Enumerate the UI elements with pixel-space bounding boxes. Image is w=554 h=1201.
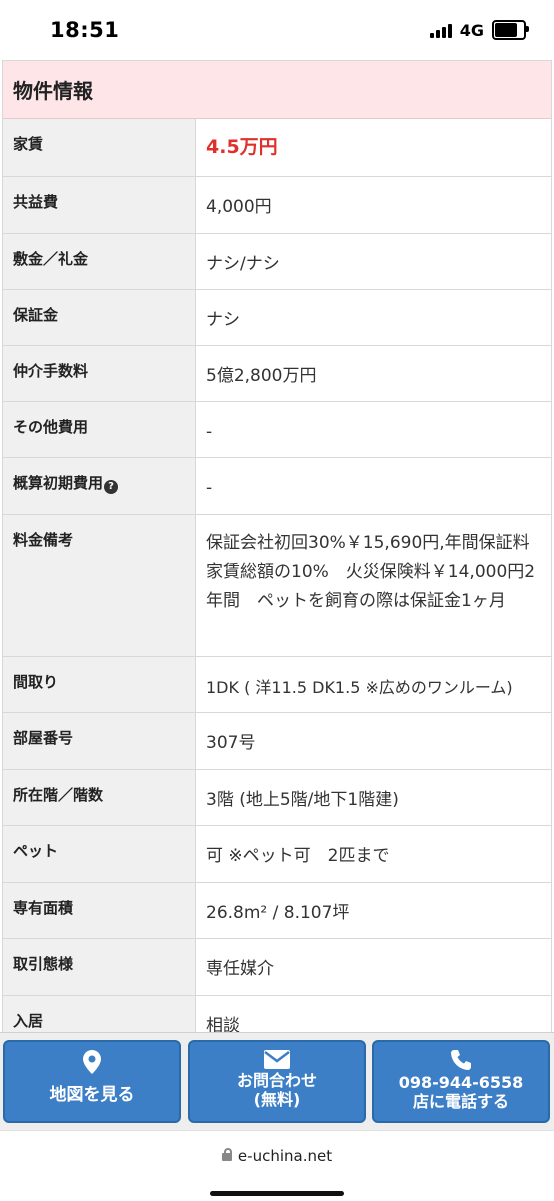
row-rent: 家賃 4.5万円 [3, 119, 551, 177]
phone-number: 098-944-6558 [398, 1073, 524, 1092]
map-pin-icon [83, 1050, 101, 1074]
row-security-deposit: 保証金 ナシ [3, 290, 551, 346]
row-value: 1DK ( 洋11.5 DK1.5 ※広めのワンルーム) [206, 678, 513, 697]
home-indicator [210, 1191, 344, 1196]
row-value: ナシ [206, 310, 240, 330]
row-value: 26.8m² / 8.107坪 [206, 903, 350, 923]
row-value: 3階 (地上5階/地下1階建) [206, 790, 399, 810]
section-title: 物件情報 [3, 61, 551, 119]
signal-icon [429, 22, 452, 38]
row-pets: ペット 可 ※ペット可 2匹まで [3, 826, 551, 883]
property-info-section: 物件情報 家賃 4.5万円 共益費 4,000円 敷金／礼金 ナシ/ナシ 保証金… [2, 60, 552, 1035]
row-label: 家賃 [3, 119, 196, 176]
row-estimated-initial-cost: 概算初期費用? - [3, 458, 551, 515]
row-layout: 間取り 1DK ( 洋11.5 DK1.5 ※広めのワンルーム) [3, 657, 551, 713]
row-value: 専任媒介 [206, 959, 274, 979]
view-map-button[interactable]: 地図を見る [3, 1040, 181, 1123]
row-floor-area: 専有面積 26.8m² / 8.107坪 [3, 883, 551, 939]
inquiry-label: お問合わせ [236, 1071, 317, 1090]
status-time: 18:51 [50, 18, 120, 42]
status-indicators: 4G [429, 20, 529, 40]
status-bar: 18:51 4G [0, 0, 554, 60]
row-value: 4,000円 [206, 197, 272, 217]
row-label: 部屋番号 [3, 713, 196, 769]
row-value: ナシ/ナシ [206, 254, 280, 274]
row-label: 敷金／礼金 [3, 234, 196, 289]
address-display[interactable]: e-uchina.net [0, 1147, 554, 1165]
row-label: 取引態様 [3, 939, 196, 995]
row-other-costs: その他費用 - [3, 402, 551, 458]
browser-url-bar[interactable]: e-uchina.net [0, 1130, 554, 1201]
url-text: e-uchina.net [237, 1147, 333, 1165]
phone-icon [451, 1050, 471, 1070]
row-label: 入居 [3, 996, 196, 1035]
row-label: ペット [3, 826, 196, 882]
inquiry-button[interactable]: お問合わせ (無料) [188, 1040, 366, 1123]
action-bar: 地図を見る お問合わせ (無料) 098-944-6558 店に電話する [0, 1032, 554, 1131]
row-label: 仲介手数料 [3, 346, 196, 401]
rent-value: 4.5万円 [206, 136, 278, 158]
inquiry-sublabel: (無料) [253, 1090, 301, 1109]
row-value: 5億2,800万円 [206, 366, 317, 386]
row-label: 間取り [3, 657, 196, 712]
lock-icon [221, 1148, 232, 1161]
call-store-label: 店に電話する [412, 1092, 509, 1111]
row-value: - [206, 422, 213, 442]
row-move-in: 入居 相談 [3, 996, 551, 1035]
row-brokerage-fee: 仲介手数料 5億2,800万円 [3, 346, 551, 402]
view-map-label: 地図を見る [49, 1085, 135, 1105]
row-value: 307号 [206, 733, 256, 753]
row-transaction-type: 取引態様 専任媒介 [3, 939, 551, 996]
row-label: 共益費 [3, 177, 196, 233]
row-floor: 所在階／階数 3階 (地上5階/地下1階建) [3, 770, 551, 826]
row-label: 料金備考 [3, 515, 196, 656]
row-fee-notes: 料金備考 保証会社初回30%￥15,690円,年間保証料家賃総額の10% 火災保… [3, 515, 551, 657]
row-label: 保証金 [3, 290, 196, 345]
battery-icon [492, 20, 529, 40]
row-value: 保証会社初回30%￥15,690円,年間保証料家賃総額の10% 火災保険料￥14… [206, 533, 536, 611]
row-common-fee: 共益費 4,000円 [3, 177, 551, 234]
row-value: 相談 [206, 1016, 240, 1035]
row-value: - [206, 478, 213, 498]
row-deposit-key-money: 敷金／礼金 ナシ/ナシ [3, 234, 551, 290]
help-icon[interactable]: ? [104, 479, 119, 494]
network-type: 4G [459, 20, 484, 40]
call-store-button[interactable]: 098-944-6558 店に電話する [372, 1040, 550, 1123]
row-label: 概算初期費用? [3, 458, 196, 514]
row-value: 可 ※ペット可 2匹まで [206, 846, 390, 866]
row-room-number: 部屋番号 307号 [3, 713, 551, 770]
row-label: その他費用 [3, 402, 196, 457]
envelope-icon [264, 1050, 290, 1069]
row-label: 所在階／階数 [3, 770, 196, 825]
row-label: 専有面積 [3, 883, 196, 938]
row-label-text: 概算初期費用 [13, 474, 104, 492]
